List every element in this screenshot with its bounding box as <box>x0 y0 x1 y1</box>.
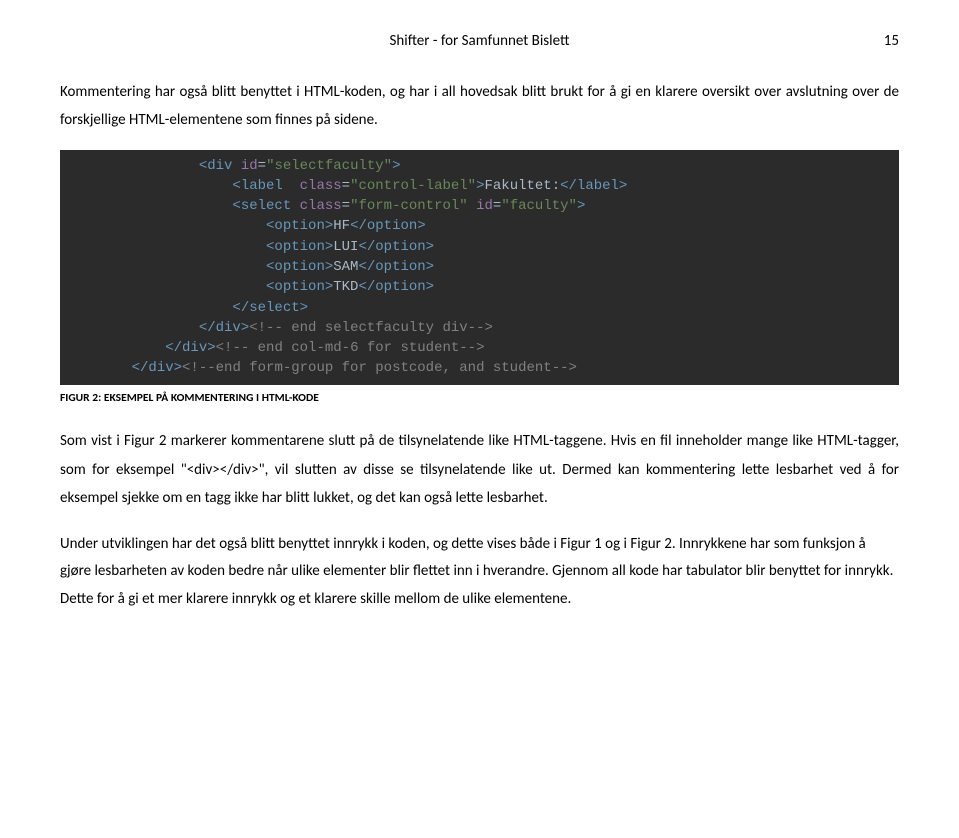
page-header: Shifter - for Samfunnet Bislett 15 <box>60 30 899 53</box>
page-number: 15 <box>884 30 899 53</box>
body-paragraph-2: Under utviklingen har det også blitt ben… <box>60 531 899 613</box>
header-title: Shifter - for Samfunnet Bislett <box>390 32 570 50</box>
code-example: <div id="selectfaculty"> <label class="c… <box>60 150 899 385</box>
body-paragraph-1: Som vist i Figur 2 markerer kommentarene… <box>60 427 899 513</box>
figure-caption: FIGUR 2: EKSEMPEL PÅ KOMMENTERING I HTML… <box>60 390 899 407</box>
intro-paragraph: Kommentering har også blitt benyttet i H… <box>60 78 899 135</box>
